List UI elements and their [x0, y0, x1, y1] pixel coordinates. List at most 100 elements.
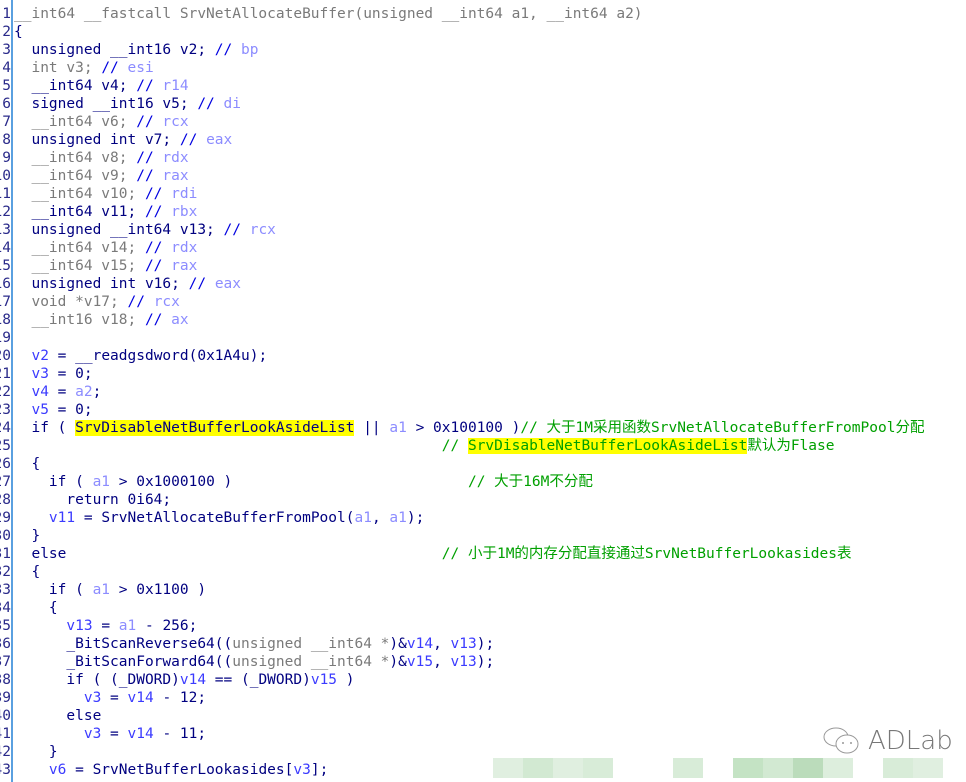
pseudocode-view[interactable]: __int64 __fastcall SrvNetAllocateBuffer(…	[14, 5, 924, 779]
line-number: 25	[0, 438, 11, 454]
line-number: 11	[0, 186, 11, 202]
code-token: rax	[162, 168, 189, 184]
code-token: //	[136, 78, 163, 94]
code-line[interactable]: void *v17; // rcx	[14, 293, 924, 311]
code-line[interactable]: if ( a1 > 0x1000100 ) // 大于16M不分配	[14, 473, 924, 491]
code-token: = 0;	[48, 402, 93, 418]
code-line[interactable]: unsigned int v7; // eax	[14, 131, 924, 149]
code-line[interactable]: unsigned __int16 v2; // bp	[14, 41, 924, 59]
code-line[interactable]: int v3; // esi	[14, 59, 924, 77]
code-line[interactable]: v3 = v14 - 12;	[14, 689, 924, 707]
code-token: > 0x100100 )	[406, 420, 521, 436]
comment: 默认为Flase	[747, 438, 835, 454]
code-line[interactable]: __int64 __fastcall SrvNetAllocateBuffer(…	[14, 5, 924, 23]
gutter-divider	[11, 0, 13, 782]
code-token: rbx	[171, 204, 198, 220]
code-line[interactable]: }	[14, 527, 924, 545]
code-token: }	[14, 744, 58, 760]
code-token: =	[92, 618, 119, 634]
code-token: //	[179, 132, 207, 148]
line-number: 23	[0, 402, 11, 418]
line-number: 37	[0, 654, 11, 670]
code-token: r14	[162, 78, 189, 94]
code-token: //	[136, 114, 163, 130]
line-number: 14	[0, 240, 11, 256]
code-token: //	[144, 240, 172, 256]
code-token: a1	[389, 420, 407, 436]
code-line[interactable]: v4 = a2;	[14, 383, 924, 401]
line-number: 34	[0, 600, 11, 616]
code-line[interactable]: __int64 v4; // r14	[14, 77, 924, 95]
comment: //	[441, 438, 468, 454]
line-number: 24	[0, 420, 11, 436]
highlighted-identifier: SrvDisableNetBufferLookAsideList	[75, 420, 355, 436]
line-number: 22	[0, 384, 11, 400]
comment: // 大于16M不分配	[467, 474, 593, 490]
code-line[interactable]: _BitScanForward64((unsigned __int64 *)&v…	[14, 653, 924, 671]
code-line[interactable]: __int64 v11; // rbx	[14, 203, 924, 221]
code-token: {	[14, 600, 58, 616]
code-token: rcx	[249, 222, 276, 238]
code-line[interactable]: if ( (_DWORD)v14 == (_DWORD)v15 )	[14, 671, 924, 689]
code-line[interactable]: // SrvDisableNetBufferLookAsideList默认为Fl…	[14, 437, 924, 455]
line-number: 27	[0, 474, 11, 490]
line-number: 7	[2, 114, 11, 130]
code-line[interactable]	[14, 329, 924, 347]
code-line[interactable]: v5 = 0;	[14, 401, 924, 419]
code-line[interactable]: v3 = 0;	[14, 365, 924, 383]
code-token: v14	[179, 672, 207, 688]
code-line[interactable]: {	[14, 23, 924, 41]
code-token: //	[127, 294, 154, 310]
code-token: v5	[31, 402, 49, 418]
code-line[interactable]: v2 = __readgsdword(0x1A4u);	[14, 347, 924, 365]
code-token: else	[14, 546, 67, 562]
code-line[interactable]: unsigned __int64 v13; // rcx	[14, 221, 924, 239]
code-token: v14	[127, 726, 154, 742]
code-line[interactable]: v11 = SrvNetAllocateBufferFromPool(a1, a…	[14, 509, 924, 527]
code-token: unsigned __int64 *	[232, 636, 390, 652]
code-line[interactable]: __int64 v6; // rcx	[14, 113, 924, 131]
comment: // 小于1M的内存分配直接通过SrvNetBufferLookasides表	[441, 546, 852, 562]
code-token: //	[144, 312, 172, 328]
code-token: if (	[14, 582, 93, 598]
code-line[interactable]: else // 小于1M的内存分配直接通过SrvNetBufferLookasi…	[14, 545, 924, 563]
line-number: 30	[0, 528, 11, 544]
code-token: v3	[83, 726, 102, 742]
code-line[interactable]: if ( a1 > 0x1100 )	[14, 581, 924, 599]
code-token: v3	[83, 690, 102, 706]
code-token: __int64 v14;	[14, 240, 145, 256]
line-number: 32	[0, 564, 11, 580]
code-line[interactable]: {	[14, 599, 924, 617]
code-line[interactable]: v3 = v14 - 11;	[14, 725, 924, 743]
code-line[interactable]: _BitScanReverse64((unsigned __int64 *)&v…	[14, 635, 924, 653]
blur-block	[493, 758, 523, 778]
code-line[interactable]: {	[14, 563, 924, 581]
code-token: v11	[48, 510, 76, 526]
code-line[interactable]: signed __int16 v5; // di	[14, 95, 924, 113]
watermark: ADLab	[822, 725, 953, 757]
code-line[interactable]: __int64 v15; // rax	[14, 257, 924, 275]
code-line[interactable]: __int64 v8; // rdx	[14, 149, 924, 167]
code-line[interactable]: v13 = a1 - 256;	[14, 617, 924, 635]
code-token: {	[14, 564, 41, 580]
line-number: 43	[0, 762, 11, 778]
code-token: );	[476, 636, 495, 652]
code-line[interactable]: __int64 v9; // rax	[14, 167, 924, 185]
code-line[interactable]: if ( SrvDisableNetBufferLookAsideList ||…	[14, 419, 924, 437]
code-line[interactable]: {	[14, 455, 924, 473]
code-line[interactable]: unsigned int v16; // eax	[14, 275, 924, 293]
code-line[interactable]: return 0i64;	[14, 491, 924, 509]
code-line[interactable]: __int16 v18; // ax	[14, 311, 924, 329]
line-number: 6	[2, 96, 11, 112]
code-line[interactable]: __int64 v10; // rdi	[14, 185, 924, 203]
line-number: 1	[2, 6, 11, 22]
code-token: unsigned __int64 *	[232, 654, 390, 670]
code-token: __int64 v6;	[14, 114, 137, 130]
code-line[interactable]: else	[14, 707, 924, 725]
code-line[interactable]: __int64 v14; // rdx	[14, 239, 924, 257]
code-token: esi	[127, 60, 154, 76]
code-token: ,	[433, 654, 451, 670]
